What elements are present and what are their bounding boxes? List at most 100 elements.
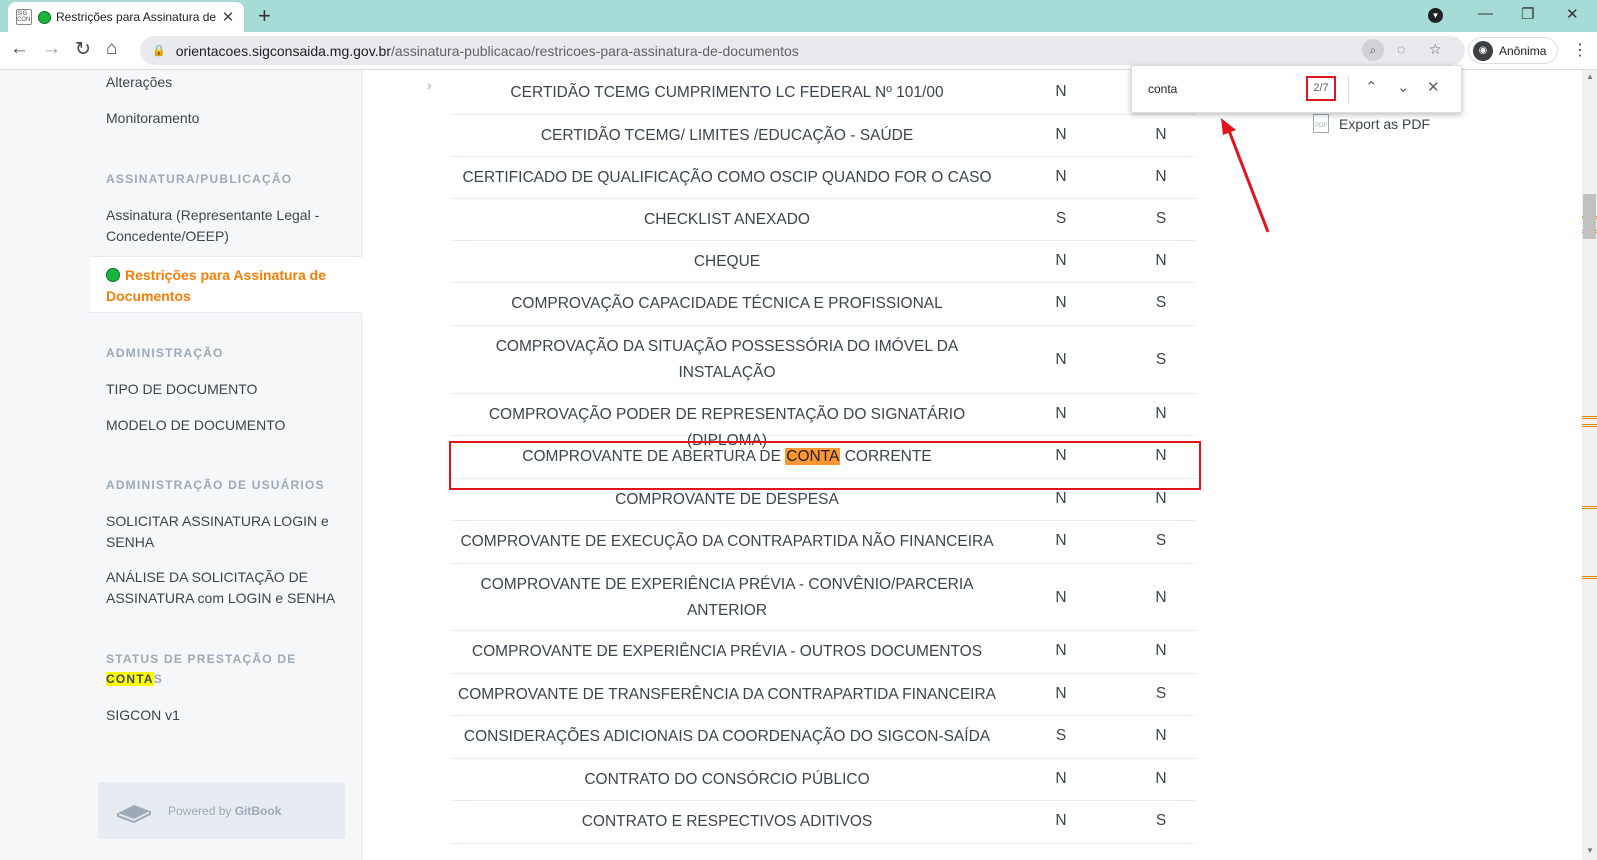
sidebar-item-modelo-documento[interactable]: MODELO DE DOCUMENTO [106, 415, 356, 436]
green-status-icon [38, 10, 51, 24]
table-cell-col2: S [1155, 210, 1167, 227]
table-cell-document: COMPROVANTE DE EXPERIÊNCIA PRÉVIA - CONV… [480, 576, 974, 619]
section-heading-admin-usuarios: ADMINISTRAÇÃO DE USUÁRIOS [106, 478, 325, 492]
table-cell-document: COMPROVAÇÃO DA SITUAÇÃO POSSESSÓRIA DO I… [495, 338, 959, 381]
find-bar: conta 2/7 ⌃ ⌄ ✕ [1131, 65, 1462, 113]
table-cell-col1: N [1055, 812, 1067, 829]
sidebar-item-alteracoes[interactable]: Alterações › [106, 72, 432, 93]
table-cell-col2: N [1155, 252, 1167, 269]
table-cell-col1: N [1055, 532, 1067, 549]
chevron-right-icon[interactable]: › [427, 75, 432, 96]
table-row: COMPROVANTE DE EXPERIÊNCIA PRÉVIA - OUTR… [451, 631, 1196, 674]
find-match-marker [1582, 424, 1597, 427]
table-row: CONSIDERAÇÕES ADICIONAIS DA COORDENAÇÃO … [451, 716, 1196, 759]
table-cell-col1: S [1055, 210, 1067, 227]
profile-button[interactable]: ◉ Anônima [1468, 37, 1558, 64]
table-cell-col2: N [1155, 727, 1167, 744]
section-heading-suffix: S [153, 672, 163, 686]
table-cell-document: COMPROVANTE DE TRANSFERÊNCIA DA CONTRAPA… [458, 686, 996, 703]
green-status-icon [106, 268, 120, 282]
table-cell-document: CONSIDERAÇÕES ADICIONAIS DA COORDENAÇÃO … [463, 728, 991, 745]
scroll-up-arrow-icon[interactable]: ▲ [1586, 72, 1594, 81]
table-cell-col2: S [1155, 812, 1167, 829]
forward-arrow-icon[interactable]: → [42, 38, 61, 60]
table-cell-col2: N [1155, 589, 1167, 606]
table-cell-col1: N [1055, 685, 1067, 702]
scrollbar-thumb[interactable] [1583, 194, 1596, 239]
table-cell-col2: N [1155, 168, 1167, 185]
table-cell-document: CHEQUE [693, 253, 761, 270]
tab-title: Restrições para Assinatura de Documentos [56, 10, 220, 24]
table-cell-col1: N [1055, 490, 1067, 507]
sidebar-item-solicitar-assinatura[interactable]: SOLICITAR ASSINATURA LOGIN e SENHA [106, 511, 356, 553]
minimize-button[interactable]: — [1478, 5, 1493, 22]
table-cell-col2: S [1155, 532, 1167, 549]
table-cell-col2: N [1155, 642, 1167, 659]
table-row: CERTIDÃO TCEMG/ LIMITES /EDUCAÇÃO - SAÚD… [451, 115, 1196, 157]
lock-icon[interactable]: 🔒 [152, 44, 166, 57]
table-cell-col1: N [1055, 351, 1067, 368]
table-cell-document: COMPROVANTE DE EXPERIÊNCIA PRÉVIA - OUTR… [471, 643, 983, 660]
table-row: COMPROVAÇÃO DA SITUAÇÃO POSSESSÓRIA DO I… [451, 326, 1196, 394]
restore-button[interactable]: ❐ [1521, 5, 1534, 23]
reload-icon[interactable]: ↻ [75, 38, 91, 61]
home-icon[interactable]: ⌂ [106, 38, 117, 60]
table-cell-document: CHECKLIST ANEXADO [644, 211, 810, 228]
section-heading-status-prestacao: STATUS DE PRESTAÇÃO DE CONTAS [106, 649, 356, 689]
sidebar-item-restricoes[interactable]: Restrições para Assinatura de Documentos [90, 256, 362, 313]
site-favicon-icon: SIG CON [16, 9, 32, 25]
table-cell-col1: N [1055, 83, 1067, 100]
chevron-up-icon[interactable]: ⌃ [1365, 78, 1378, 96]
back-arrow-icon[interactable]: ← [10, 38, 29, 60]
close-window-button[interactable]: ✕ [1566, 5, 1579, 23]
find-match-count: 2/7 [1306, 76, 1336, 101]
tab-search-icon[interactable]: ▼ [1428, 8, 1443, 23]
export-pdf-label: Export as PDF [1339, 115, 1431, 132]
section-heading-text: STATUS DE PRESTAÇÃO DE [106, 652, 297, 666]
sidebar-item-analise-solicitacao[interactable]: ANÁLISE DA SOLICITAÇÃO DE ASSINATURA com… [106, 567, 356, 609]
table-row: CHEQUE N N [451, 241, 1196, 283]
table-row: COMPROVAÇÃO CAPACIDADE TÉCNICA E PROFISS… [451, 283, 1196, 326]
bookmark-star-icon[interactable]: ☆ [1429, 41, 1442, 58]
table-cell-document: CONTRATO DO CONSÓRCIO PÚBLICO [584, 771, 870, 788]
table-row: CERTIDÃO TCEMG CUMPRIMENTO LC FEDERAL Nº… [451, 71, 1196, 115]
sidebar-item-monitoramento[interactable]: Monitoramento [106, 108, 356, 129]
find-match-marker [1582, 506, 1597, 509]
eye-slash-icon[interactable]: ◌ [1397, 41, 1405, 57]
sidebar-item-tipo-documento[interactable]: TIPO DE DOCUMENTO [106, 379, 356, 400]
table-cell-col1: N [1055, 126, 1067, 143]
section-heading-administracao: ADMINISTRAÇÃO [106, 346, 224, 360]
tab-close-icon[interactable]: ✕ [220, 8, 236, 26]
sidebar-item-assinatura-representante[interactable]: Assinatura (Representante Legal - Conced… [106, 205, 356, 247]
powered-by-text: Powered by [168, 803, 232, 818]
scroll-down-arrow-icon[interactable]: ▼ [1586, 846, 1594, 855]
table-cell-document: CERTIDÃO TCEMG CUMPRIMENTO LC FEDERAL Nº… [510, 84, 944, 101]
address-bar[interactable]: 🔒 orientacoes.sigconsaida.mg.gov.br/assi… [140, 36, 1465, 65]
table-cell-col2: N [1155, 126, 1167, 143]
table-row: CHECKLIST ANEXADO S S [451, 199, 1196, 241]
export-pdf-link[interactable]: PDF Export as PDF [1313, 114, 1430, 133]
close-icon[interactable]: ✕ [1427, 78, 1440, 96]
page-scrollbar[interactable]: ▲ ▼ [1582, 70, 1597, 860]
find-in-page-icon[interactable]: ⌕ [1362, 39, 1384, 61]
table-cell-document: COMPROVANTE DE EXECUÇÃO DA CONTRAPARTIDA… [460, 533, 994, 550]
sidebar-item-label: Restrições para Assinatura de Documentos [106, 267, 327, 304]
table-cell-col2: S [1155, 351, 1167, 368]
pdf-file-icon: PDF [1313, 114, 1329, 133]
table-cell-col1: N [1055, 405, 1067, 422]
kebab-menu-icon[interactable]: ⋮ [1572, 40, 1588, 60]
find-match-marker [1582, 416, 1597, 419]
powered-by-gitbook[interactable]: Powered by GitBook [98, 782, 345, 839]
new-tab-button[interactable]: + [258, 3, 271, 29]
chevron-down-icon[interactable]: ⌄ [1397, 78, 1410, 96]
browser-tab[interactable]: SIG CON Restrições para Assinatura de Do… [8, 2, 244, 32]
table-cell-col2: N [1155, 405, 1167, 422]
table-cell-document: COMPROVANTE DE DESPESA [615, 491, 839, 508]
sidebar-item-label: Alterações [106, 74, 173, 90]
table-cell-col2: N [1155, 770, 1167, 787]
table-cell-col1: N [1055, 252, 1067, 269]
find-input[interactable]: conta [1148, 82, 1177, 96]
table-row: COMPROVANTE DE EXECUÇÃO DA CONTRAPARTIDA… [451, 521, 1196, 564]
table-cell-col1: N [1055, 168, 1067, 185]
sidebar-item-sigcon-v1[interactable]: SIGCON v1 [106, 705, 356, 726]
